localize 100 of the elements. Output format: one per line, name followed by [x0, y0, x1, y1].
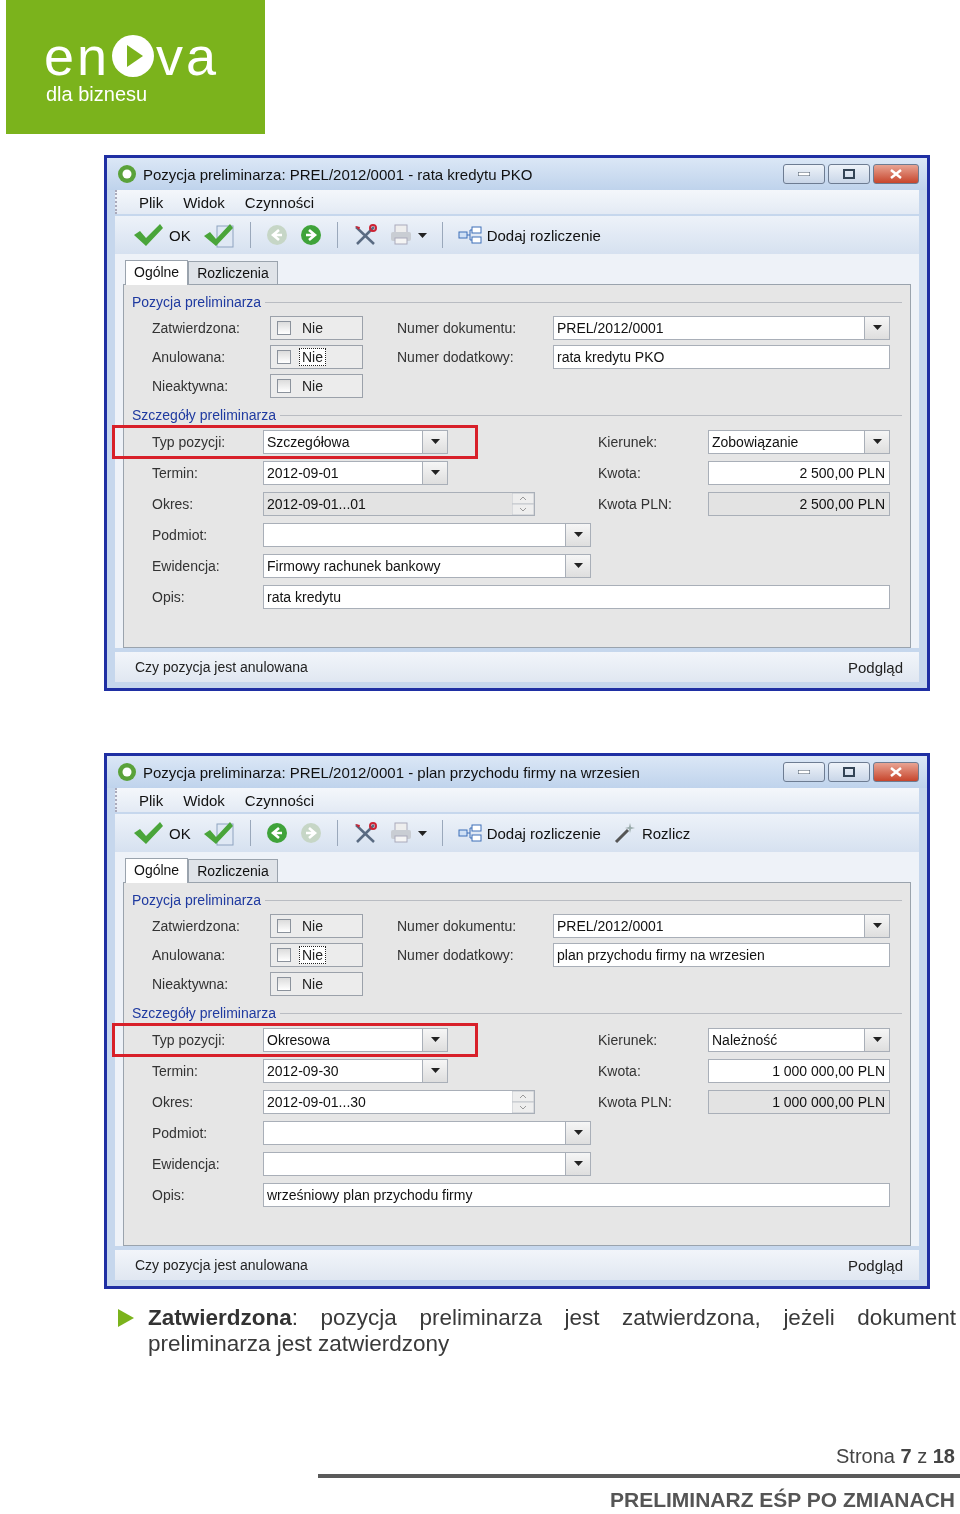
checkbox[interactable]: [277, 947, 291, 962]
dropdown-field[interactable]: 2012-09-01: [263, 460, 448, 485]
settle-button[interactable]: Rozlicz: [609, 820, 694, 846]
dropdown-button[interactable]: [422, 461, 447, 484]
dropdown-button[interactable]: [565, 1121, 590, 1144]
amount-field[interactable]: 1 000 000,00 PLN: [708, 1058, 890, 1083]
dropdown-button[interactable]: [422, 1059, 447, 1082]
dropdown-field[interactable]: Okresowa: [263, 1027, 448, 1052]
field-label: Kwota PLN:: [598, 1093, 673, 1110]
spin-field[interactable]: 2012-09-01...30: [263, 1089, 535, 1114]
check-icon: [132, 223, 164, 247]
text-field[interactable]: rata kredytu PKO: [553, 344, 890, 369]
dropdown-button[interactable]: [864, 430, 889, 453]
checkbox-field[interactable]: Nie: [270, 913, 363, 938]
dropdown-field[interactable]: Należność: [708, 1027, 890, 1052]
add-settlement-button[interactable]: Dodaj rozliczenie: [454, 822, 604, 844]
field-label: Opis:: [152, 1186, 186, 1203]
tab[interactable]: Ogólne: [125, 858, 189, 883]
field-label: Nieaktywna:: [152, 377, 230, 394]
amount-field[interactable]: 1 000 000,00 PLN: [708, 1089, 890, 1114]
spin-buttons-icon[interactable]: [512, 492, 534, 515]
dropdown-button[interactable]: [422, 430, 447, 453]
checkbox-field[interactable]: Nie: [270, 942, 363, 967]
app-icon: [117, 762, 137, 782]
menu-item[interactable]: Widok: [175, 193, 233, 211]
caret-icon: [573, 1161, 583, 1166]
text-field[interactable]: plan przychodu firmy na wrzesien: [553, 942, 890, 967]
close-button[interactable]: [873, 762, 919, 782]
preview-button[interactable]: Podgląd: [841, 1255, 909, 1275]
ok-button[interactable]: OK: [129, 221, 194, 249]
dropdown-button[interactable]: [565, 1152, 590, 1175]
checkbox-field[interactable]: Nie: [270, 971, 363, 996]
play-circle-icon: [110, 32, 157, 79]
ok-button[interactable]: OK: [129, 819, 194, 847]
amount-field[interactable]: 2 500,00 PLN: [708, 460, 890, 485]
logo-text: en: [44, 28, 111, 83]
field-label: Anulowana:: [152, 946, 227, 963]
checkbox-field[interactable]: Nie: [270, 315, 363, 340]
caret-icon: [417, 232, 427, 238]
menu-item[interactable]: Czynności: [236, 193, 323, 211]
caret-icon: [430, 439, 440, 444]
dropdown-field[interactable]: [263, 1151, 591, 1176]
dropdown-button[interactable]: [864, 914, 889, 937]
dropdown-field[interactable]: Firmowy rachunek bankowy: [263, 553, 591, 578]
minimize-button[interactable]: [783, 762, 825, 782]
tab[interactable]: Rozliczenia: [188, 859, 278, 882]
dropdown-field[interactable]: [263, 1120, 591, 1145]
minimize-button[interactable]: [783, 164, 825, 184]
close-icon: [890, 767, 902, 777]
dropdown-field[interactable]: PREL/2012/0001: [553, 913, 890, 938]
tab[interactable]: Ogólne: [125, 260, 189, 285]
menu-item[interactable]: Czynności: [236, 791, 323, 809]
dropdown-button[interactable]: [565, 523, 590, 546]
maximize-button[interactable]: [828, 164, 870, 184]
checkbox[interactable]: [277, 918, 291, 933]
field-label: Ewidencja:: [152, 557, 221, 574]
bullet-text: Zatwierdzona: pozycja preliminarza jest zatwierdzona, jeżeli dokument preliminarza jest zatwierdzony: [148, 1305, 956, 1357]
menu-item[interactable]: Plik: [131, 193, 172, 211]
field-label: Termin:: [152, 1062, 199, 1079]
amount-field[interactable]: 2 500,00 PLN: [708, 491, 890, 516]
add-settlement-button[interactable]: Dodaj rozliczenie: [454, 224, 604, 246]
dropdown-button[interactable]: [565, 554, 590, 577]
dropdown-field[interactable]: [263, 522, 591, 547]
check-document-icon: [202, 222, 235, 248]
checkbox-field[interactable]: Nie: [270, 373, 363, 398]
caret-icon: [573, 1130, 583, 1135]
caret-icon: [872, 1037, 882, 1042]
dropdown-button[interactable]: [422, 1028, 447, 1051]
check-document-icon: [202, 820, 235, 846]
preview-button[interactable]: Podgląd: [841, 657, 909, 677]
field-label: Typ pozycji:: [152, 1031, 227, 1048]
spin-buttons-icon[interactable]: [512, 1090, 534, 1113]
caret-icon: [430, 1037, 440, 1042]
dropdown-field[interactable]: Szczegółowa: [263, 429, 448, 454]
field-label: Termin:: [152, 464, 199, 481]
dropdown-field[interactable]: Zobowiązanie: [708, 429, 890, 454]
dropdown-button[interactable]: [864, 1028, 889, 1051]
checkbox[interactable]: [277, 349, 291, 364]
printer-icon: [388, 224, 413, 246]
dropdown-field[interactable]: PREL/2012/0001: [553, 315, 890, 340]
spin-field[interactable]: 2012-09-01...01: [263, 491, 535, 516]
group-title: Szczegóły preliminarza: [132, 1005, 276, 1021]
maximize-button[interactable]: [828, 762, 870, 782]
field-label: Kwota:: [598, 1062, 642, 1079]
text-field[interactable]: wrześniowy plan przychodu firmy: [263, 1182, 890, 1207]
caret-icon: [417, 830, 427, 836]
text-field[interactable]: rata kredytu: [263, 584, 890, 609]
dropdown-field[interactable]: 2012-09-30: [263, 1058, 448, 1083]
dropdown-button[interactable]: [864, 316, 889, 339]
field-label: Podmiot:: [152, 1124, 209, 1141]
checkbox-field[interactable]: Nie: [270, 344, 363, 369]
menu-item[interactable]: Plik: [131, 791, 172, 809]
close-button[interactable]: [873, 164, 919, 184]
checkbox[interactable]: [277, 378, 291, 393]
tab[interactable]: Rozliczenia: [188, 261, 278, 284]
restore-icon: [843, 169, 855, 179]
checkbox[interactable]: [277, 320, 291, 335]
logo-tagline: dla biznesu: [46, 82, 149, 106]
checkbox[interactable]: [277, 976, 291, 991]
menu-item[interactable]: Widok: [175, 791, 233, 809]
